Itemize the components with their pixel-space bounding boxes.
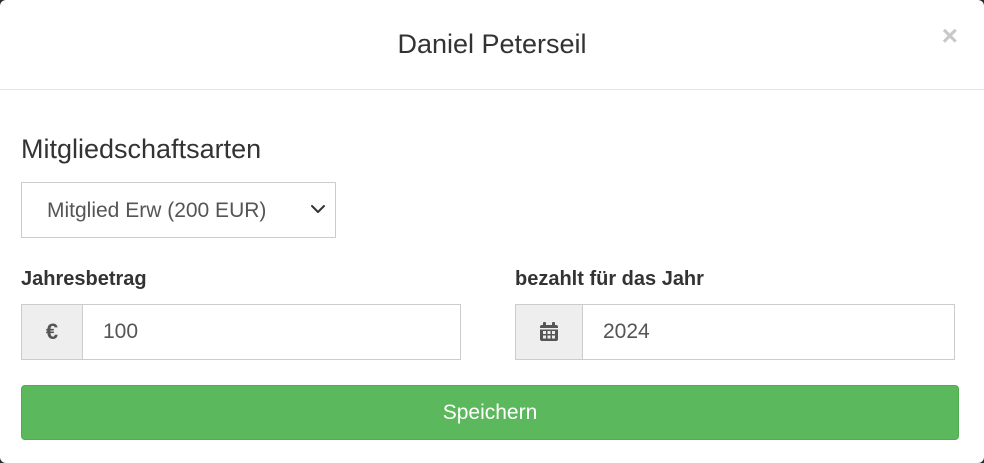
membership-types-heading: Mitgliedschaftsarten xyxy=(21,134,262,164)
annual-amount-input-group: € 100 xyxy=(21,304,461,360)
chevron-down-icon xyxy=(311,205,325,213)
annual-amount-label: Jahresbetrag xyxy=(21,268,147,290)
calendar-icon xyxy=(540,322,558,341)
paid-year-label: bezahlt für das Jahr xyxy=(515,268,704,290)
membership-modal: Daniel Peterseil × Mitgliedschaftsarten … xyxy=(0,0,984,463)
paid-year-input-group: 2024 xyxy=(515,304,955,360)
close-button[interactable]: × xyxy=(942,22,958,50)
modal-title: Daniel Peterseil xyxy=(397,29,587,59)
membership-type-selected-value: Mitglied Erw (200 EUR) xyxy=(47,199,267,222)
save-button[interactable]: Speichern xyxy=(21,385,959,440)
annual-amount-input[interactable]: 100 xyxy=(83,305,460,359)
membership-type-select[interactable]: Mitglied Erw (200 EUR) xyxy=(21,182,336,238)
paid-year-input[interactable]: 2024 xyxy=(583,305,954,359)
euro-icon: € xyxy=(22,305,83,359)
calendar-addon xyxy=(516,305,583,359)
modal-header: Daniel Peterseil × xyxy=(0,0,984,90)
